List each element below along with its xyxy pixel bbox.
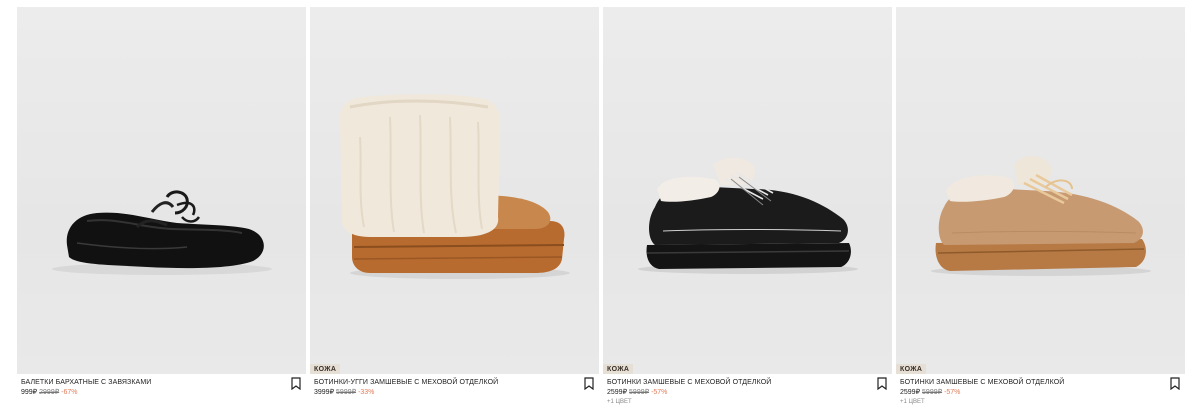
price-current: 2599₽ [900, 389, 921, 396]
price-old: 2999₽ [39, 389, 60, 396]
price-old: 5999₽ [922, 389, 943, 396]
material-badge: КОЖА [310, 364, 341, 374]
discount-label: -67% [61, 389, 78, 396]
product-info: Ботинки замшевые с меховой отделкой 2599… [603, 374, 892, 408]
discount-label: -33% [358, 389, 375, 396]
product-title[interactable]: Ботинки замшевые с меховой отделкой [607, 378, 892, 387]
product-card[interactable]: КОЖА Ботинки замшевые с меховой отделкой… [603, 7, 892, 408]
product-image[interactable] [17, 7, 306, 374]
product-card[interactable]: КОЖА Ботинки-угги замшевые с меховой отд… [310, 7, 599, 408]
more-colors-label[interactable]: +1 ЦВЕТ [900, 398, 1185, 406]
price-old: 5999₽ [629, 389, 650, 396]
discount-label: -57% [651, 389, 668, 396]
bookmark-icon[interactable] [583, 377, 595, 390]
price-current: 2599₽ [607, 389, 628, 396]
product-title[interactable]: Ботинки-угги замшевые с меховой отделкой [314, 378, 599, 387]
product-info: Ботинки замшевые с меховой отделкой 2599… [896, 374, 1185, 408]
discount-label: -57% [944, 389, 961, 396]
product-image[interactable]: КОЖА [896, 7, 1185, 374]
price-current: 3999₽ [314, 389, 335, 396]
product-prices: 999₽ 2999₽ -67% [21, 388, 306, 398]
bookmark-icon[interactable] [876, 377, 888, 390]
product-card[interactable]: КОЖА Ботинки замшевые с меховой отделкой… [896, 7, 1185, 408]
product-title[interactable]: Ботинки замшевые с меховой отделкой [900, 378, 1185, 387]
product-image[interactable]: КОЖА [310, 7, 599, 374]
product-prices: 2599₽ 5999₽ -57% [607, 388, 892, 398]
product-card[interactable]: Балетки бархатные с завязками 999₽ 2999₽ -… [17, 7, 306, 408]
product-info: Ботинки-угги замшевые с меховой отделкой… [310, 374, 599, 408]
material-badge: КОЖА [603, 364, 634, 374]
product-image[interactable]: КОЖА [603, 7, 892, 374]
material-badge: КОЖА [896, 364, 927, 374]
price-old: 5999₽ [336, 389, 357, 396]
product-info: Балетки бархатные с завязками 999₽ 2999₽ -… [17, 374, 306, 408]
price-current: 999₽ [21, 389, 38, 396]
bookmark-icon[interactable] [1169, 377, 1181, 390]
product-grid: Балетки бархатные с завязками 999₽ 2999₽ -… [17, 7, 1185, 408]
product-prices: 2599₽ 5999₽ -57% [900, 388, 1185, 398]
more-colors-label[interactable]: +1 ЦВЕТ [607, 398, 892, 406]
product-prices: 3999₽ 5999₽ -33% [314, 388, 599, 398]
product-title[interactable]: Балетки бархатные с завязками [21, 378, 306, 387]
bookmark-icon[interactable] [290, 377, 302, 390]
